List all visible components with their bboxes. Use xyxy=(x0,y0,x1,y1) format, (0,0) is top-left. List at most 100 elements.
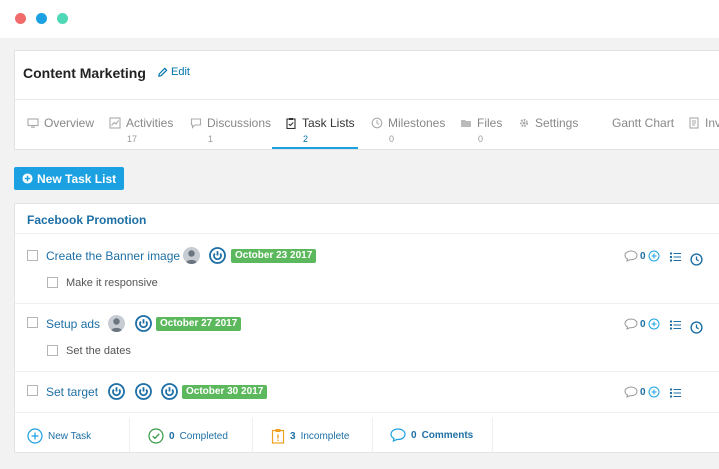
tab-count: 0 xyxy=(389,134,395,144)
tab-label: Task Lists xyxy=(302,116,355,130)
divider xyxy=(15,412,719,413)
task-name[interactable]: Setup ads xyxy=(46,317,100,331)
clock-icon xyxy=(371,117,383,129)
power-icon[interactable] xyxy=(161,383,178,400)
subtask-name[interactable]: Make it responsive xyxy=(66,277,158,289)
add-comment-icon[interactable] xyxy=(648,386,660,398)
chat-icon xyxy=(190,118,202,129)
tab-label: Files xyxy=(477,116,503,130)
tab-label: Gantt Chart xyxy=(612,116,675,130)
tab-task-lists[interactable]: Task Lists 2 xyxy=(285,116,355,144)
tab-count: 17 xyxy=(127,134,138,144)
add-comment-icon[interactable] xyxy=(648,318,660,330)
comment-count[interactable]: 0 xyxy=(624,318,660,330)
tab-files[interactable]: Files 0 xyxy=(460,116,502,144)
chart-icon xyxy=(109,117,121,129)
completed-label: Completed xyxy=(179,430,228,442)
task-checkbox[interactable] xyxy=(27,385,38,396)
task-name[interactable]: Create the Banner image xyxy=(46,249,180,263)
active-tab-indicator xyxy=(272,147,358,149)
tab-activities[interactable]: Activities 17 xyxy=(109,116,173,144)
task-checkbox[interactable] xyxy=(27,317,38,328)
comment-count[interactable]: 0 xyxy=(624,386,660,398)
list-icon[interactable] xyxy=(670,252,681,262)
task-list-card: Facebook Promotion Create the Banner ima… xyxy=(14,203,719,454)
power-icon[interactable] xyxy=(135,315,152,332)
clock-icon[interactable] xyxy=(690,321,703,334)
task-name[interactable]: Set target xyxy=(46,385,98,399)
close-window-dot[interactable] xyxy=(15,13,26,24)
tab-invoice[interactable]: Inv xyxy=(688,116,719,134)
clock-icon[interactable] xyxy=(690,253,703,266)
tab-gantt-chart[interactable]: Gantt Chart xyxy=(612,116,674,134)
new-task-button[interactable]: New Task xyxy=(27,428,91,444)
avatar xyxy=(183,247,200,264)
tab-overview[interactable]: Overview xyxy=(27,116,94,134)
minimize-window-dot[interactable] xyxy=(36,13,47,24)
plus-circle-icon xyxy=(27,428,43,444)
avatar xyxy=(108,315,125,332)
subtask-name[interactable]: Set the dates xyxy=(66,345,131,357)
divider xyxy=(492,418,493,454)
pencil-icon xyxy=(158,67,168,77)
invoice-icon xyxy=(689,117,699,129)
tab-label: Discussions xyxy=(207,116,272,130)
comment-icon xyxy=(624,250,638,262)
incomplete-label: Incomplete xyxy=(300,430,350,442)
tab-count: 0 xyxy=(478,134,484,144)
comment-icon xyxy=(624,318,638,330)
divider xyxy=(15,303,719,304)
power-icon[interactable] xyxy=(108,383,125,400)
plus-circle-icon xyxy=(22,173,33,184)
subtask-checkbox[interactable] xyxy=(47,277,58,288)
tab-settings[interactable]: Settings xyxy=(518,116,578,134)
tab-label: Inv xyxy=(705,116,719,130)
divider xyxy=(372,418,373,454)
maximize-window-dot[interactable] xyxy=(57,13,68,24)
gear-icon xyxy=(519,118,529,128)
tab-label: Milestones xyxy=(388,116,446,130)
tab-label: Settings xyxy=(535,116,579,130)
due-date-badge: October 30 2017 xyxy=(182,385,268,399)
new-task-label: New Task xyxy=(48,430,92,442)
comment-icon xyxy=(624,386,638,398)
list-icon[interactable] xyxy=(670,320,681,330)
comment-icon xyxy=(390,428,406,442)
task-list-title[interactable]: Facebook Promotion xyxy=(27,213,146,227)
add-comment-icon[interactable] xyxy=(648,250,660,262)
due-date-badge: October 23 2017 xyxy=(231,249,317,263)
comment-count[interactable]: 0 xyxy=(624,250,660,262)
folder-icon xyxy=(461,120,471,127)
tab-milestones[interactable]: Milestones 0 xyxy=(371,116,445,144)
comments-count: 0 xyxy=(411,429,417,441)
task-checkbox[interactable] xyxy=(27,250,38,261)
divider xyxy=(15,371,719,372)
tab-label: Activities xyxy=(126,116,174,130)
new-task-list-button[interactable]: New Task List xyxy=(14,167,125,190)
edit-project-link[interactable]: Edit xyxy=(157,66,190,78)
due-date-badge: October 27 2017 xyxy=(156,317,242,331)
subtask-checkbox[interactable] xyxy=(47,345,58,356)
project-header: Content Marketing Edit Overview Activiti… xyxy=(14,50,719,150)
incomplete-count: 3 xyxy=(290,430,296,442)
tabs-divider xyxy=(15,99,719,100)
completed-count: 0 xyxy=(169,430,175,442)
power-icon[interactable] xyxy=(209,247,226,264)
tab-count: 2 xyxy=(303,134,309,144)
new-task-list-label: New Task List xyxy=(37,171,117,186)
tab-count: 1 xyxy=(208,134,214,144)
divider xyxy=(129,418,130,454)
clipboard-icon xyxy=(286,118,296,129)
list-icon[interactable] xyxy=(670,388,681,398)
edit-label: Edit xyxy=(171,66,190,78)
power-icon[interactable] xyxy=(135,383,152,400)
check-circle-icon xyxy=(148,428,164,444)
monitor-icon xyxy=(27,118,39,128)
divider xyxy=(252,418,253,454)
tab-discussions[interactable]: Discussions 1 xyxy=(190,116,271,144)
incomplete-tasks-link[interactable]: 3 Incomplete xyxy=(271,428,349,444)
window-titlebar xyxy=(0,0,719,38)
tab-label: Overview xyxy=(44,116,95,130)
comments-link[interactable]: 0 Comments xyxy=(390,428,473,442)
completed-tasks-link[interactable]: 0 Completed xyxy=(148,428,228,444)
